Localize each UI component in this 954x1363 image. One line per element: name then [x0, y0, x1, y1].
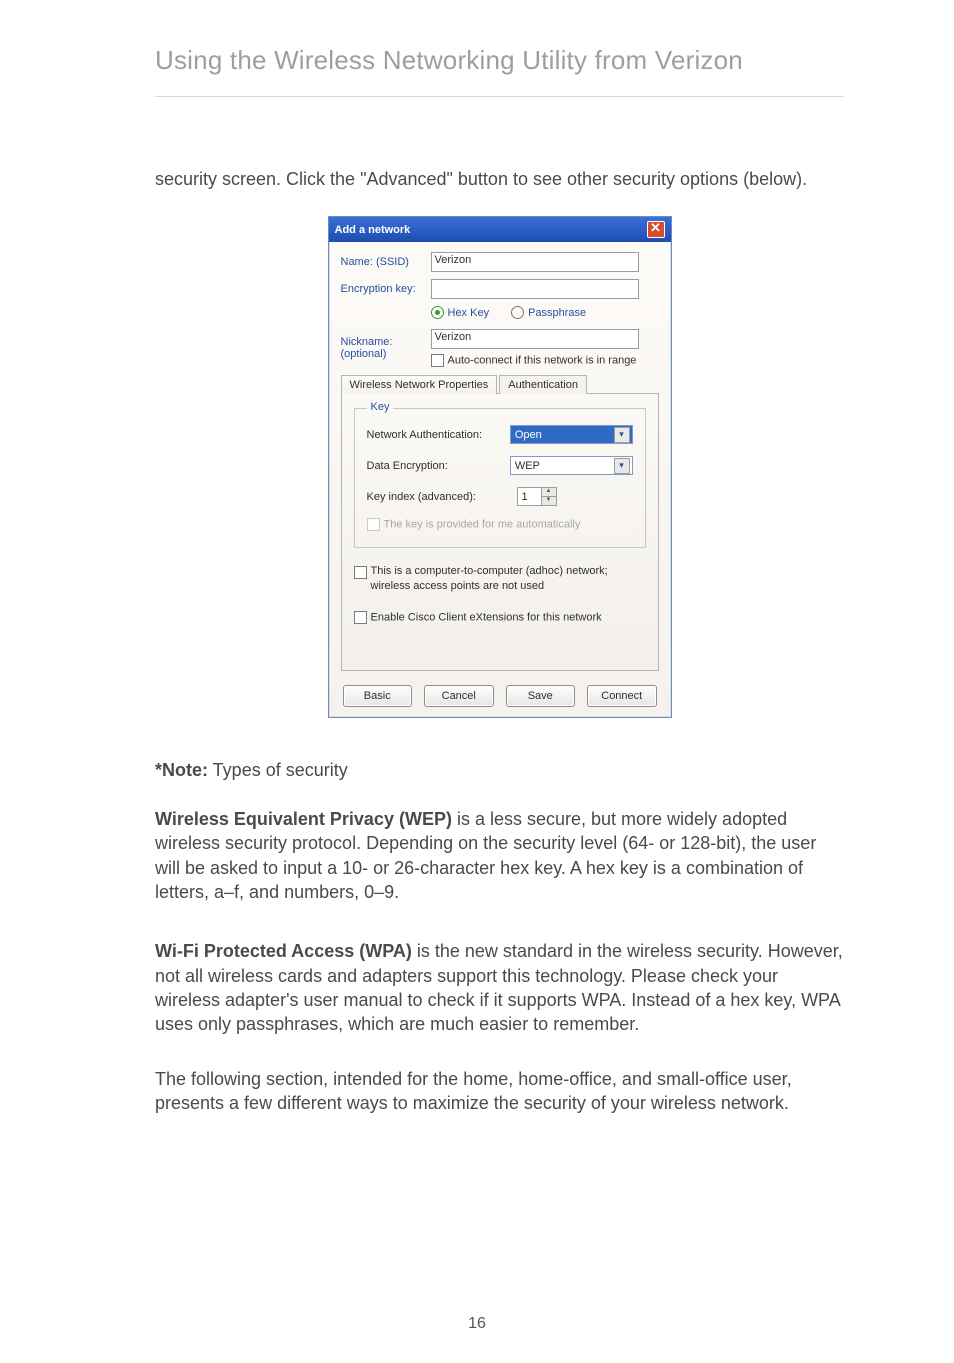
- key-index-label: Key index (advanced):: [367, 491, 517, 503]
- dialog-titlebar: Add a network ✕: [329, 217, 671, 242]
- close-icon[interactable]: ✕: [647, 221, 665, 238]
- ssid-input[interactable]: Verizon: [431, 252, 639, 272]
- ssid-label: Name: (SSID): [341, 256, 431, 268]
- data-encryption-dropdown[interactable]: WEP ▾: [510, 456, 633, 475]
- chevron-up-icon: ▲: [542, 488, 556, 497]
- note-rest: Types of security: [208, 760, 348, 780]
- checkbox-icon: [367, 518, 380, 531]
- note-prefix: *Note:: [155, 760, 208, 780]
- adhoc-checkbox[interactable]: This is a computer-to-computer (adhoc) n…: [354, 564, 646, 593]
- network-auth-dropdown[interactable]: Open ▾: [510, 425, 633, 444]
- radio-dot-icon: [431, 306, 444, 319]
- wep-title: Wireless Equivalent Privacy (WEP): [155, 809, 452, 829]
- stepper-buttons[interactable]: ▲ ▼: [541, 488, 556, 505]
- checkbox-icon: [354, 611, 367, 624]
- data-encryption-value: WEP: [515, 460, 540, 472]
- cisco-label: Enable Cisco Client eXtensions for this …: [371, 611, 602, 623]
- tab-strip: Wireless Network Properties Authenticati…: [341, 374, 659, 394]
- connect-button[interactable]: Connect: [587, 685, 657, 707]
- nickname-input[interactable]: Verizon: [431, 329, 639, 349]
- network-auth-value: Open: [515, 429, 542, 441]
- passphrase-radio[interactable]: Passphrase: [511, 306, 586, 319]
- closing-paragraph: The following section, intended for the …: [155, 1067, 844, 1116]
- data-encryption-label: Data Encryption:: [367, 460, 510, 472]
- tab-authentication[interactable]: Authentication: [499, 375, 587, 394]
- nickname-label: Nickname: (optional): [341, 336, 431, 360]
- wpa-title: Wi-Fi Protected Access (WPA): [155, 941, 412, 961]
- dialog-title: Add a network: [335, 224, 411, 236]
- adhoc-label: This is a computer-to-computer (adhoc) n…: [371, 564, 646, 593]
- chevron-down-icon: ▾: [614, 427, 630, 443]
- auto-connect-checkbox[interactable]: Auto-connect if this network is in range: [431, 354, 639, 367]
- checkbox-icon: [354, 566, 367, 579]
- chevron-down-icon: ▾: [614, 458, 630, 474]
- network-auth-label: Network Authentication:: [367, 429, 510, 441]
- page-title: Using the Wireless Networking Utility fr…: [155, 45, 844, 97]
- page-number: 16: [0, 1315, 954, 1333]
- wep-paragraph: Wireless Equivalent Privacy (WEP) is a l…: [155, 807, 844, 904]
- radio-dot-icon: [511, 306, 524, 319]
- passphrase-radio-label: Passphrase: [528, 307, 586, 319]
- nickname-optional-text: (optional): [341, 348, 387, 360]
- key-auto-checkbox: The key is provided for me automatically: [367, 518, 633, 531]
- key-index-value: 1: [522, 491, 528, 503]
- add-network-dialog: Add a network ✕ Name: (SSID) Verizon Enc…: [328, 216, 672, 718]
- nickname-label-text: Nickname:: [341, 336, 393, 348]
- tab-panel: Key Network Authentication: Open ▾ Data …: [341, 394, 659, 671]
- dialog-footer: Basic Cancel Save Connect: [329, 677, 671, 717]
- save-button[interactable]: Save: [506, 685, 576, 707]
- cancel-button[interactable]: Cancel: [424, 685, 494, 707]
- encryption-key-input[interactable]: [431, 279, 639, 299]
- key-fieldset: Key Network Authentication: Open ▾ Data …: [354, 408, 646, 548]
- chevron-down-icon: ▼: [542, 497, 556, 505]
- cisco-checkbox[interactable]: Enable Cisco Client eXtensions for this …: [354, 611, 646, 624]
- tab-wireless-properties[interactable]: Wireless Network Properties: [341, 375, 498, 394]
- intro-paragraph: security screen. Click the "Advanced" bu…: [155, 167, 844, 191]
- auto-connect-label: Auto-connect if this network is in range: [448, 355, 637, 367]
- encryption-key-label: Encryption key:: [341, 283, 431, 295]
- note-line: *Note: Types of security: [155, 758, 844, 782]
- checkbox-icon: [431, 354, 444, 367]
- hex-key-radio-label: Hex Key: [448, 307, 490, 319]
- key-auto-label: The key is provided for me automatically: [384, 519, 581, 531]
- wpa-paragraph: Wi-Fi Protected Access (WPA) is the new …: [155, 939, 844, 1036]
- key-index-stepper[interactable]: 1 ▲ ▼: [517, 487, 557, 506]
- hex-key-radio[interactable]: Hex Key: [431, 306, 490, 319]
- document-page: Using the Wireless Networking Utility fr…: [0, 0, 954, 1363]
- key-legend: Key: [367, 401, 394, 413]
- basic-button[interactable]: Basic: [343, 685, 413, 707]
